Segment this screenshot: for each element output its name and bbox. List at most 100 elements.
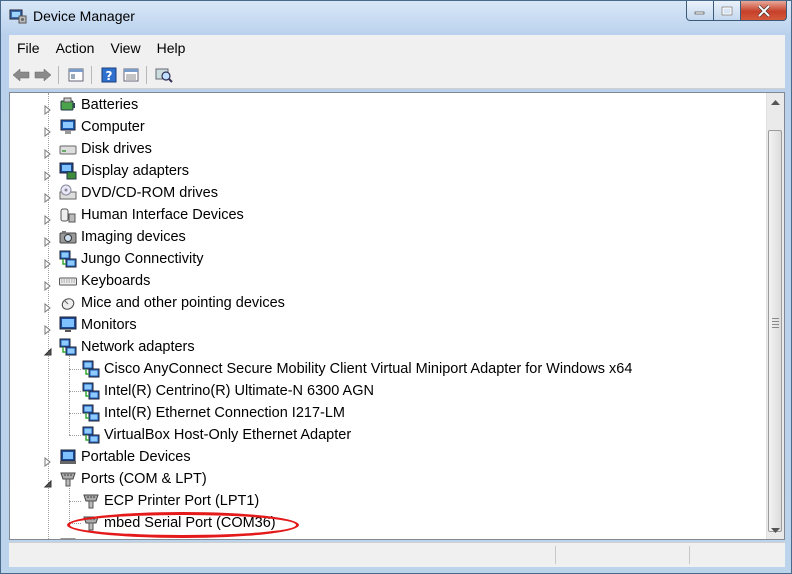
- collapse-arrow-icon[interactable]: [43, 474, 53, 488]
- window-title: Device Manager: [33, 8, 135, 24]
- tree-category[interactable]: Monitors: [59, 314, 137, 336]
- category-label: Monitors: [81, 317, 137, 333]
- network-icon: [82, 404, 100, 422]
- tree-category[interactable]: Portable Devices: [59, 446, 191, 468]
- maximize-icon: [721, 6, 733, 15]
- tree-category[interactable]: Mice and other pointing devices: [59, 292, 285, 314]
- view-button[interactable]: [121, 65, 141, 85]
- properties-icon: [68, 68, 84, 81]
- tree-device-item[interactable]: Cisco AnyConnect Secure Mobility Client …: [82, 358, 632, 380]
- device-manager-window: Device Manager File Action View Help ? B…: [0, 0, 792, 574]
- network-icon: [82, 360, 100, 378]
- network-icon: [59, 338, 77, 356]
- properties-button[interactable]: [66, 65, 86, 85]
- tree-category[interactable]: Display adapters: [59, 160, 189, 182]
- tree-category[interactable]: DVD/CD-ROM drives: [59, 182, 218, 204]
- toolbar-separator: [58, 65, 59, 84]
- camera-icon: [59, 228, 77, 246]
- device-label: VirtualBox Host-Only Ethernet Adapter: [104, 427, 352, 443]
- minimize-button[interactable]: [686, 1, 714, 21]
- expand-arrow-icon[interactable]: [43, 122, 53, 138]
- category-label: Jungo Connectivity: [81, 251, 204, 267]
- tree-device-item[interactable]: ECP Printer Port (LPT1): [82, 490, 259, 512]
- maximize-button[interactable]: [714, 1, 741, 21]
- expand-arrow-icon[interactable]: [43, 276, 53, 292]
- port-icon: [82, 492, 100, 510]
- expand-arrow-icon[interactable]: [43, 452, 53, 468]
- expand-arrow-icon[interactable]: [43, 320, 53, 336]
- tree-category-partial[interactable]: P: [59, 534, 91, 539]
- expand-arrow-icon[interactable]: [43, 188, 53, 204]
- display-adapter-icon: [59, 162, 77, 180]
- tree-connector: [69, 356, 71, 435]
- back-button[interactable]: [11, 65, 31, 85]
- chevron-up-icon: [771, 99, 780, 105]
- scrollbar-thumb[interactable]: [768, 130, 782, 532]
- menu-action[interactable]: Action: [48, 40, 103, 56]
- tree-category[interactable]: Human Interface Devices: [59, 204, 244, 226]
- menu-view[interactable]: View: [102, 40, 148, 56]
- scroll-up-button[interactable]: [767, 93, 784, 110]
- forward-icon: [34, 67, 52, 82]
- tree-category[interactable]: Ports (COM & LPT): [59, 468, 207, 490]
- expand-arrow-icon[interactable]: [43, 298, 53, 314]
- minimize-icon: [694, 11, 705, 14]
- close-icon: [757, 4, 770, 17]
- tree-category[interactable]: Keyboards: [59, 270, 150, 292]
- device-label: Intel(R) Ethernet Connection I217-LM: [104, 405, 345, 421]
- category-label: Human Interface Devices: [81, 207, 244, 223]
- expand-arrow-icon[interactable]: [43, 100, 53, 116]
- toolbar: ?: [9, 61, 785, 89]
- toolbar-separator: [146, 65, 147, 84]
- scan-hardware-button[interactable]: [154, 65, 174, 85]
- vertical-scrollbar[interactable]: [766, 93, 784, 539]
- tree-connector: [69, 488, 71, 523]
- tree-category[interactable]: Network adapters: [59, 336, 195, 358]
- expand-arrow-icon[interactable]: [43, 144, 53, 160]
- status-pane: [689, 546, 690, 564]
- expand-arrow-icon[interactable]: [43, 254, 53, 270]
- title-bar[interactable]: Device Manager: [1, 1, 791, 33]
- caption-buttons: [686, 1, 787, 23]
- expand-arrow-icon[interactable]: [43, 210, 53, 226]
- forward-button[interactable]: [33, 65, 53, 85]
- category-label: P: [81, 537, 91, 539]
- scroll-down-button[interactable]: [767, 522, 784, 539]
- keyboard-icon: [59, 272, 77, 290]
- tree-category[interactable]: Batteries: [59, 94, 138, 116]
- category-label: Mice and other pointing devices: [81, 295, 285, 311]
- tree-category[interactable]: Computer: [59, 116, 145, 138]
- port-icon: [59, 470, 77, 488]
- category-label: Computer: [81, 119, 145, 135]
- category-label: Network adapters: [81, 339, 195, 355]
- help-button[interactable]: ?: [99, 65, 119, 85]
- toolbar-separator: [91, 65, 92, 84]
- tree-category[interactable]: Jungo Connectivity: [59, 248, 204, 270]
- collapse-arrow-icon[interactable]: [43, 342, 53, 356]
- computer-icon: [59, 118, 77, 136]
- battery-icon: [59, 96, 77, 114]
- tree-device-item[interactable]: Intel(R) Ethernet Connection I217-LM: [82, 402, 345, 424]
- status-pane: [555, 546, 556, 564]
- menu-file[interactable]: File: [9, 40, 48, 56]
- expand-arrow-icon[interactable]: [43, 232, 53, 248]
- expand-arrow-icon[interactable]: [43, 166, 53, 182]
- close-button[interactable]: [741, 1, 787, 21]
- device-manager-app-icon: [9, 8, 27, 24]
- disk-drive-icon: [59, 140, 77, 158]
- device-tree[interactable]: Batteries Computer Disk drives Display adap…: [9, 92, 785, 540]
- menu-help[interactable]: Help: [149, 40, 194, 56]
- tree-category[interactable]: Disk drives: [59, 138, 152, 160]
- tree-device-item[interactable]: Intel(R) Centrino(R) Ultimate-N 6300 AGN: [82, 380, 374, 402]
- chevron-down-icon: [771, 527, 780, 533]
- menu-bar: File Action View Help: [9, 35, 785, 61]
- category-label: DVD/CD-ROM drives: [81, 185, 218, 201]
- tree-category[interactable]: Imaging devices: [59, 226, 186, 248]
- status-bar: [9, 542, 785, 567]
- network-icon: [59, 250, 77, 268]
- tree-device-item[interactable]: VirtualBox Host-Only Ethernet Adapter: [82, 424, 351, 446]
- category-label: Keyboards: [81, 273, 151, 289]
- category-label: Disk drives: [81, 141, 152, 157]
- scan-hardware-icon: [155, 68, 173, 83]
- network-icon: [82, 426, 100, 444]
